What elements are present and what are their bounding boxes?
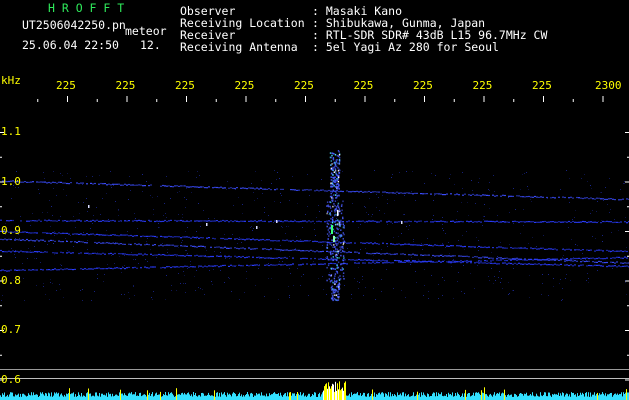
x-tick-label: 2300 xyxy=(595,79,622,92)
count-value: 12. xyxy=(140,38,161,52)
y-tick-label: 1.1 xyxy=(1,125,21,138)
carrier-trace xyxy=(0,238,629,264)
y-tick-label: 0.9 xyxy=(1,224,21,237)
tick-marks xyxy=(0,96,629,381)
x-tick-label: 225 xyxy=(532,79,552,92)
antenna-label: Receiving Antenna xyxy=(180,40,298,54)
meteor-echo xyxy=(326,150,345,302)
carrier-trace xyxy=(0,219,629,224)
antenna-value: : 5el Yagi Az 280 for Seoul xyxy=(312,40,499,54)
spectrogram-canvas xyxy=(0,96,629,400)
file-name: UT2506042250.pn xyxy=(22,18,126,32)
carrier-trace xyxy=(0,230,628,253)
x-tick-label: 225 xyxy=(175,79,195,92)
noise-spike xyxy=(206,223,208,226)
x-tick-label: 225 xyxy=(115,79,136,92)
x-tick-label: 225 xyxy=(56,79,76,92)
x-tick-label: 225 xyxy=(353,79,374,92)
signal-traces xyxy=(0,170,629,301)
x-tick-label: 225 xyxy=(472,79,493,92)
y-tick-label: 0.8 xyxy=(1,273,21,287)
y-axis-unit: kHz xyxy=(1,74,21,87)
noise-spike xyxy=(276,220,278,223)
mode-label: meteor xyxy=(125,24,167,38)
x-tick-label: 225 xyxy=(234,79,255,92)
noise-spike xyxy=(88,205,90,208)
y-tick-label: 0.6 xyxy=(1,372,21,386)
x-tick-label: 225 xyxy=(294,79,314,92)
x-tick-label: 225 xyxy=(413,79,433,92)
noise-spike xyxy=(401,221,403,224)
timestamp: 25.06.04 22:50 xyxy=(22,38,119,52)
program-name: H R O F F T xyxy=(48,1,125,15)
spectrum-strip xyxy=(0,381,629,400)
y-tick-label: 1.0 xyxy=(1,174,21,188)
carrier-trace xyxy=(2,180,629,201)
y-tick-label: 0.7 xyxy=(1,323,21,336)
noise-spike xyxy=(256,226,258,229)
